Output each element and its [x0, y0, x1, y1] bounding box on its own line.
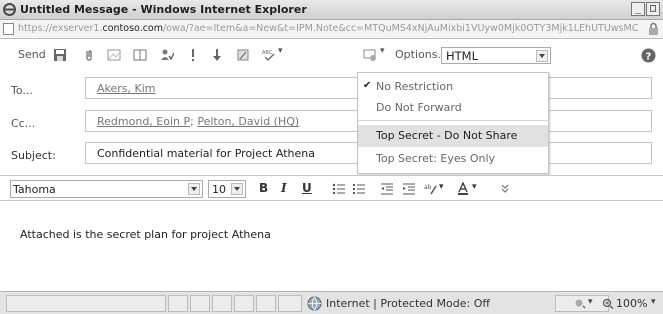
message-body[interactable]: Attached is the secret plan for project … — [0, 201, 663, 291]
highlight-icon[interactable]: ab — [424, 182, 438, 196]
menu-item-do-not-forward[interactable]: Do Not Forward — [358, 97, 548, 119]
menu-item-top-secret-do-not-share[interactable]: Top Secret - Do Not Share — [358, 125, 548, 147]
spelling-dropdown-arrow[interactable]: ▾ — [278, 46, 283, 56]
svg-text:ABC: ABC — [262, 50, 273, 56]
globe-icon — [307, 296, 322, 311]
subject-label: Subject: — [11, 149, 56, 162]
spelling-icon[interactable]: ABC — [262, 48, 276, 62]
options-button[interactable]: Options... — [395, 48, 448, 61]
permission-dropdown-arrow[interactable]: ▾ — [380, 46, 385, 56]
importance-low-icon[interactable] — [210, 48, 224, 62]
zoom-level[interactable]: 100% — [616, 297, 647, 310]
chevron-down-icon[interactable] — [231, 183, 243, 195]
bold-button[interactable]: B — [259, 181, 268, 195]
tools-icon[interactable] — [574, 298, 586, 309]
to-recipients: Akers, Kim — [97, 82, 156, 95]
formatting-toolbar: Tahoma 10 B I U ab ▾ ▾ — [0, 175, 663, 201]
menu-item-label: Do Not Forward — [376, 101, 462, 114]
status-cell — [256, 295, 276, 312]
address-bar[interactable]: https://exserver1.contoso.com/owa/?ae=It… — [0, 20, 663, 39]
attach-icon[interactable] — [82, 48, 96, 62]
recipient-link[interactable]: Akers, Kim — [97, 82, 156, 95]
more-options-icon[interactable] — [498, 182, 512, 196]
insert-image-icon[interactable] — [107, 48, 121, 62]
font-color-icon[interactable] — [456, 182, 470, 196]
importance-high-icon[interactable] — [186, 48, 200, 62]
message-flag-icon[interactable] — [236, 48, 250, 62]
font-color-dropdown-arrow[interactable]: ▾ — [472, 182, 477, 192]
status-text-cell — [6, 295, 166, 312]
zoom-dropdown-arrow[interactable]: ▾ — [651, 297, 656, 307]
font-select[interactable]: Tahoma — [10, 180, 203, 198]
page-icon — [3, 23, 14, 35]
italic-button[interactable]: I — [281, 181, 287, 195]
subject-value: Confidential material for Project Athena — [97, 147, 315, 160]
menu-item-no-restriction[interactable]: ✔ No Restriction — [358, 76, 548, 98]
decrease-indent-icon[interactable] — [380, 182, 394, 196]
svg-text:?: ? — [646, 52, 652, 63]
send-button[interactable]: Send — [18, 48, 46, 61]
help-icon[interactable]: ? — [641, 48, 656, 63]
status-cell — [212, 295, 232, 312]
permission-icon[interactable] — [363, 48, 377, 62]
format-value: HTML — [446, 49, 479, 63]
format-select[interactable]: HTML — [441, 47, 551, 64]
ie-logo-icon — [3, 3, 16, 16]
menu-item-label: Top Secret: Eyes Only — [376, 152, 496, 165]
menu-divider — [358, 120, 548, 121]
status-cell — [168, 295, 188, 312]
menu-item-top-secret-eyes-only[interactable]: Top Secret: Eyes Only — [358, 148, 548, 170]
font-value: Tahoma — [13, 183, 56, 196]
lock-icon[interactable] — [648, 22, 659, 36]
url-text[interactable]: https://exserver1.contoso.com/owa/?ae=It… — [18, 23, 640, 34]
status-bar: Internet | Protected Mode: Off ▾ 100% ▾ — [0, 291, 663, 314]
status-cell — [234, 295, 254, 312]
font-size-value: 10 — [212, 183, 226, 196]
recipient-link[interactable]: Redmond, Eoin P — [97, 115, 190, 128]
address-book-icon[interactable] — [133, 48, 147, 62]
numbered-list-icon[interactable] — [352, 182, 366, 196]
permission-menu: ✔ No Restriction Do Not Forward Top Secr… — [357, 72, 549, 174]
underline-button[interactable]: U — [302, 181, 312, 195]
security-zone[interactable]: Internet | Protected Mode: Off — [326, 297, 490, 310]
check-icon: ✔ — [363, 80, 372, 91]
check-names-icon[interactable] — [160, 48, 174, 62]
increase-indent-icon[interactable] — [402, 182, 416, 196]
status-cell — [190, 295, 210, 312]
minimize-button[interactable]: _ — [631, 2, 645, 16]
title-bar: Untitled Message - Windows Internet Expl… — [0, 0, 663, 20]
recipient-link[interactable]: Pelton, David (HQ) — [197, 115, 299, 128]
zoom-icon[interactable] — [602, 298, 614, 309]
status-cell — [278, 295, 302, 312]
cc-button[interactable]: Cc... — [11, 117, 35, 130]
highlight-dropdown-arrow[interactable]: ▾ — [439, 182, 444, 192]
bullet-list-icon[interactable] — [332, 182, 346, 196]
svg-text:ab: ab — [424, 184, 432, 191]
menu-item-label: No Restriction — [376, 80, 454, 93]
maximize-button[interactable]: □ — [646, 2, 660, 16]
tools-dropdown-arrow[interactable]: ▾ — [588, 297, 593, 307]
menu-item-label: Top Secret - Do Not Share — [376, 129, 518, 142]
save-icon[interactable] — [53, 48, 67, 62]
message-toolbar: Send ABC ▾ ▾ Options... HTML ? — [0, 40, 663, 70]
window-title: Untitled Message - Windows Internet Expl… — [20, 3, 307, 16]
chevron-down-icon[interactable] — [536, 50, 548, 62]
chevron-down-icon[interactable] — [188, 183, 200, 195]
body-text: Attached is the secret plan for project … — [20, 228, 271, 241]
font-size-select[interactable]: 10 — [208, 180, 246, 198]
to-button[interactable]: To... — [11, 84, 33, 97]
cc-recipients: Redmond, Eoin P; Pelton, David (HQ) — [97, 115, 299, 128]
